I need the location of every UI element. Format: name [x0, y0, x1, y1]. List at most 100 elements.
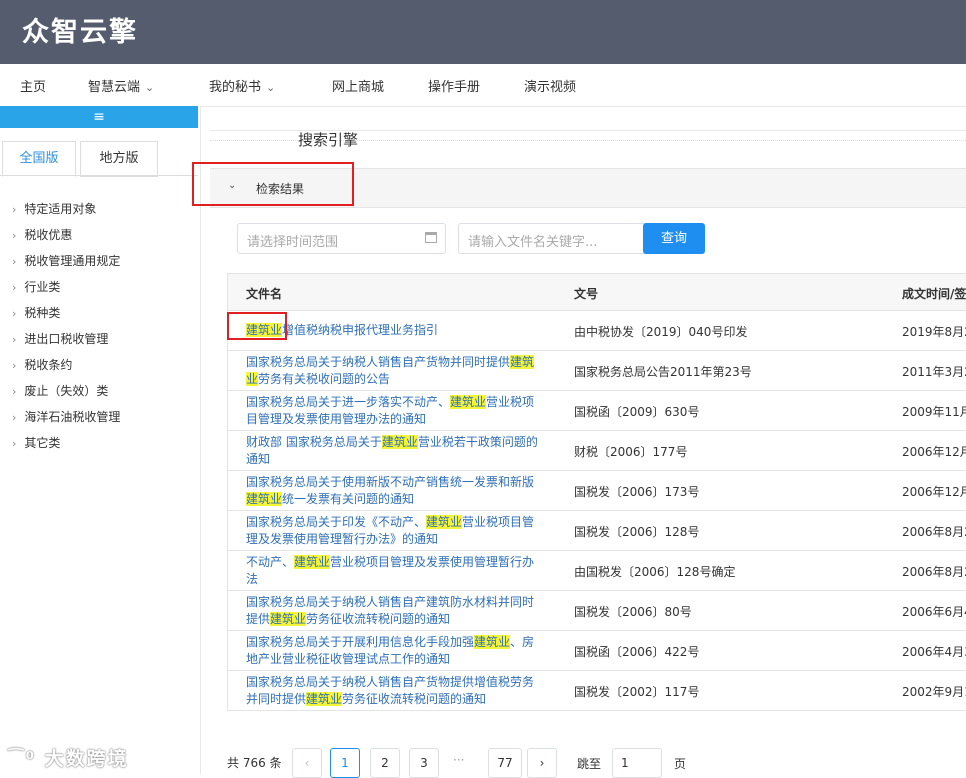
results-table: 文件名 文号 成文时间/签 建筑业增值税纳税申报代理业务指引 由中税协发〔2019… [227, 273, 966, 711]
category-list: › 特定适用对象 › 税收优惠 › 税收管理通用规定 › 行业类 › 税种类 › 进出口税收… [12, 196, 120, 456]
document-date: 2006年4月3 [902, 645, 966, 659]
nav-smart-cloud[interactable]: 智慧云端 ⌄ [88, 76, 154, 95]
column-date[interactable]: 成文时间/签 [902, 285, 966, 302]
table-row: 建筑业增值税纳税申报代理业务指引 由中税协发〔2019〕040号印发 2019年8月… [228, 311, 966, 351]
chevron-right-icon: › [12, 203, 17, 216]
tab-national[interactable]: 全国版 [2, 141, 76, 177]
date-range-placeholder: 请选择时间范围 [247, 235, 339, 250]
nav-home[interactable]: 主页 [20, 76, 46, 95]
top-header: 众智云擎 [0, 0, 966, 64]
document-date: 2006年12月 [902, 485, 966, 499]
sidebar-item[interactable]: › 税收条约 [12, 352, 120, 378]
keyword-highlight: 建筑业 [474, 635, 511, 649]
nav-demo-video[interactable]: 演示视频 [524, 76, 576, 95]
keyword-highlight: 建筑业 [306, 692, 343, 706]
document-title-link[interactable]: 国家税务总局关于开展利用信息化手段加强建筑业、房地产业营业税征收管理试点工作的通… [246, 634, 544, 668]
page-title: 搜索引擎 [298, 131, 359, 149]
jump-label: 跳至 [577, 757, 602, 771]
sidebar-item[interactable]: › 其它类 [12, 430, 120, 456]
title-text: 国家税务总局关于进一步落实不动产、 [246, 395, 451, 409]
nav-my-secretary[interactable]: 我的秘书 ⌄ [209, 76, 275, 95]
document-date: 2002年9月1 [902, 685, 966, 699]
table-row: 国家税务总局关于印发《不动产、建筑业营业税项目管理及发票使用管理暂行办法》的通知… [228, 511, 966, 551]
top-strip [210, 106, 966, 131]
calendar-icon [425, 232, 437, 243]
title-text: 国家税务总局关于纳税人销售自产货物并同时提供 [246, 355, 511, 369]
date-range-input[interactable]: 请选择时间范围 [237, 223, 446, 254]
title-text: 统一发票有关问题的通知 [282, 492, 415, 506]
document-title-link[interactable]: 国家税务总局关于进一步落实不动产、建筑业营业税项目管理及发票使用管理办法的通知 [246, 394, 544, 428]
document-title-link[interactable]: 国家税务总局关于使用新版不动产销售统一发票和新版建筑业统一发票有关问题的通知 [246, 474, 544, 508]
document-number: 国税发〔2006〕173号 [574, 485, 700, 499]
chevron-right-icon: › [12, 359, 17, 372]
keyword-highlight: 建筑业 [381, 435, 418, 449]
document-date: 2006年12月 [902, 445, 966, 459]
nav-manual[interactable]: 操作手册 [428, 76, 480, 95]
query-button[interactable]: 查询 [643, 223, 705, 254]
chevron-down-icon: ⌄ [145, 81, 155, 94]
table-row: 国家税务总局关于使用新版不动产销售统一发票和新版建筑业统一发票有关问题的通知 国税… [228, 471, 966, 511]
chevron-right-icon: › [12, 437, 17, 450]
column-doc-number[interactable]: 文号 [574, 285, 598, 302]
chevron-down-icon: ⌄ [266, 81, 276, 94]
table-row: 不动产、建筑业营业税项目管理及发票使用管理暂行办法 由国税发〔2006〕128号确… [228, 551, 966, 591]
table-body: 建筑业增值税纳税申报代理业务指引 由中税协发〔2019〕040号印发 2019年8月… [228, 311, 966, 711]
document-date: 2006年6月4 [902, 605, 966, 619]
document-title-link[interactable]: 国家税务总局关于纳税人销售自产建筑防水材料并同时提供建筑业劳务征收流转税问题的通… [246, 594, 544, 628]
title-text: 国家税务总局关于印发《不动产、 [246, 515, 427, 529]
keyword-highlight: 建筑业 [294, 555, 331, 569]
table-row: 国家税务总局关于纳税人销售自产货物提供增值税劳务并同时提供建筑业劳务征收流转税问… [228, 671, 966, 711]
annotation-box [192, 162, 354, 206]
document-title-link[interactable]: 国家税务总局关于纳税人销售自产货物提供增值税劳务并同时提供建筑业劳务征收流转税问… [246, 674, 544, 708]
keyword-highlight: 建筑业 [246, 492, 283, 506]
main-content: 搜索引擎 ⌄ 检索结果 请选择时间范围 请输入文件名关键字... 查询 文件名 … [192, 106, 966, 778]
document-title-link[interactable]: 国家税务总局关于纳税人销售自产货物并同时提供建筑业劳务有关税收问题的公告 [246, 354, 544, 388]
chevron-right-icon: › [12, 229, 17, 242]
table-row: 国家税务总局关于进一步落实不动产、建筑业营业税项目管理及发票使用管理办法的通知国… [228, 391, 966, 431]
document-title-link[interactable]: 国家税务总局关于印发《不动产、建筑业营业税项目管理及发票使用管理暂行办法》的通知 [246, 514, 544, 548]
sidebar-item[interactable]: › 海洋石油税收管理 [12, 404, 120, 430]
app-logo[interactable]: 众智云擎 [22, 10, 138, 49]
table-row: 国家税务总局关于开展利用信息化手段加强建筑业、房地产业营业税征收管理试点工作的通… [228, 631, 966, 671]
sidebar-item[interactable]: › 废止（失效）类 [12, 378, 120, 404]
keyword-highlight: 建筑业 [426, 515, 463, 529]
title-text: 劳务征收流转税问题的通知 [306, 612, 451, 626]
chevron-right-icon: › [12, 307, 17, 320]
document-number: 国税发〔2002〕117号 [574, 685, 700, 699]
title-text: 劳务有关税收问题的公告 [258, 372, 391, 386]
document-title-link[interactable]: 建筑业增值税纳税申报代理业务指引 [246, 322, 544, 339]
document-date: 2011年3月2 [902, 365, 966, 379]
sidebar-toggle-menu-icon[interactable]: ≡ [0, 106, 198, 128]
document-number: 财税〔2006〕177号 [574, 445, 688, 459]
title-text: 增值税纳税申报代理业务指引 [282, 323, 439, 337]
column-filename[interactable]: 文件名 [246, 285, 282, 302]
sidebar-item[interactable]: › 特定适用对象 [12, 196, 120, 222]
title-text: 劳务征收流转税问题的通知 [342, 692, 487, 706]
nav-online-mall[interactable]: 网上商城 [332, 76, 384, 95]
title-text: 不动产、 [246, 555, 295, 569]
table-header: 文件名 文号 成文时间/签 [228, 274, 966, 311]
document-title-link[interactable]: 财政部 国家税务总局关于建筑业营业税若干政策问题的通知 [246, 434, 544, 468]
tab-local[interactable]: 地方版 [80, 141, 158, 177]
keyword-highlight: 建筑业 [450, 395, 487, 409]
pagination-ellipsis[interactable]: ··· [453, 753, 464, 767]
title-text: 财政部 国家税务总局关于 [246, 435, 382, 449]
document-date: 2006年8月2 [902, 525, 966, 539]
main-nav: 主页 智慧云端 ⌄ 我的秘书 ⌄ 网上商城 操作手册 演示视频 [0, 64, 966, 107]
sidebar-item[interactable]: › 税种类 [12, 300, 120, 326]
document-date: 2006年8月2 [902, 565, 966, 579]
sidebar-item[interactable]: › 税收管理通用规定 [12, 248, 120, 274]
sidebar-item[interactable]: › 行业类 [12, 274, 120, 300]
sidebar-item[interactable]: › 进出口税收管理 [12, 326, 120, 352]
document-number: 由中税协发〔2019〕040号印发 [574, 325, 748, 339]
title-text: 国家税务总局关于开展利用信息化手段加强 [246, 635, 475, 649]
total-count: 共 766 条 [227, 756, 282, 770]
table-row: 国家税务总局关于纳税人销售自产货物并同时提供建筑业劳务有关税收问题的公告 国家税务… [228, 351, 966, 391]
document-number: 由国税发〔2006〕128号确定 [574, 565, 736, 579]
document-title-link[interactable]: 不动产、建筑业营业税项目管理及发票使用管理暂行办法 [246, 554, 544, 588]
sidebar-item[interactable]: › 税收优惠 [12, 222, 120, 248]
keyword-search-input[interactable]: 请输入文件名关键字... [458, 223, 646, 254]
keyword-placeholder: 请输入文件名关键字... [468, 235, 598, 250]
keyword-highlight: 建筑业 [270, 612, 307, 626]
tab-divider [0, 175, 198, 176]
